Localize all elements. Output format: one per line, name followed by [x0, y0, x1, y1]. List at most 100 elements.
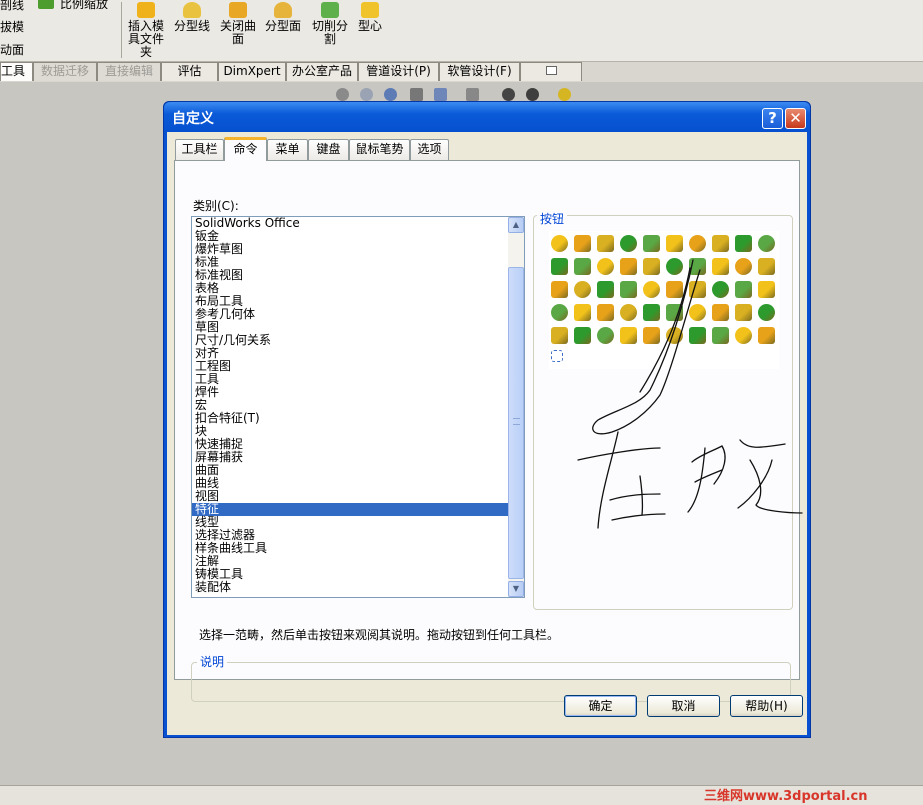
category-item[interactable]: 样条曲线工具: [192, 542, 508, 555]
category-item[interactable]: 装配体: [192, 581, 508, 594]
category-item[interactable]: 焊件: [192, 386, 508, 399]
sweep-icon[interactable]: [597, 327, 614, 344]
help-button[interactable]: 帮助(H): [730, 695, 803, 717]
close-title-button[interactable]: ✕: [785, 108, 806, 129]
fillet-icon[interactable]: [643, 235, 660, 252]
rib-icon[interactable]: [735, 258, 752, 275]
extrude-icon[interactable]: [551, 235, 568, 252]
tooling-split-button[interactable]: 切削分 割: [308, 2, 352, 46]
category-scrollbar[interactable]: ▲ ▼: [508, 217, 524, 597]
tab-tubing[interactable]: 软管设计(F): [439, 62, 520, 81]
sweep-icon[interactable]: [597, 281, 614, 298]
zoom-area-icon[interactable]: [360, 88, 373, 101]
extrude-icon[interactable]: [551, 281, 568, 298]
scale-button[interactable]: 比例缩放: [60, 0, 108, 12]
section-view-icon[interactable]: [384, 88, 397, 101]
hide-show-icon[interactable]: [466, 88, 479, 101]
dialog-titlebar[interactable]: 自定义 ? ✕: [164, 102, 810, 132]
sweep-icon[interactable]: [597, 258, 614, 275]
help-title-button[interactable]: ?: [762, 108, 783, 129]
tab-customize[interactable]: [520, 62, 582, 81]
loft-icon[interactable]: [620, 304, 637, 321]
ribbon-left-item[interactable]: 剖线: [0, 0, 24, 13]
tab-commands[interactable]: 命令: [224, 137, 267, 161]
chamfer-icon[interactable]: [666, 304, 683, 321]
category-item[interactable]: SolidWorks Office: [192, 217, 508, 230]
revolve-icon[interactable]: [574, 281, 591, 298]
revolve-icon[interactable]: [574, 304, 591, 321]
category-item[interactable]: 尺寸/几何关系: [192, 334, 508, 347]
category-item[interactable]: 铸模工具: [192, 568, 508, 581]
category-item[interactable]: 特征: [192, 503, 508, 516]
revolve-icon[interactable]: [574, 258, 591, 275]
category-item[interactable]: 对齐: [192, 347, 508, 360]
sweep-icon[interactable]: [597, 235, 614, 252]
hole-icon[interactable]: [758, 304, 775, 321]
shell-icon[interactable]: [689, 258, 706, 275]
loft-icon[interactable]: [620, 258, 637, 275]
parting-line-button[interactable]: 分型线: [172, 2, 212, 33]
extrude-icon[interactable]: [551, 350, 563, 362]
revolve-icon[interactable]: [574, 327, 591, 344]
rib-icon[interactable]: [735, 327, 752, 344]
tab-office-products[interactable]: 办公室产品: [286, 62, 358, 81]
draft-icon[interactable]: [712, 281, 729, 298]
loft-icon[interactable]: [620, 327, 637, 344]
draft-icon[interactable]: [712, 235, 729, 252]
shell-icon[interactable]: [689, 281, 706, 298]
view-settings-icon[interactable]: [558, 88, 571, 101]
sweep-icon[interactable]: [597, 304, 614, 321]
tab-tools[interactable]: 工具: [0, 62, 33, 81]
hole-icon[interactable]: [758, 327, 775, 344]
loft-icon[interactable]: [620, 281, 637, 298]
core-button[interactable]: 型心: [354, 2, 386, 33]
fillet-icon[interactable]: [643, 304, 660, 321]
chamfer-icon[interactable]: [666, 235, 683, 252]
revolve-icon[interactable]: [574, 235, 591, 252]
zoom-fit-icon[interactable]: [336, 88, 349, 101]
tab-options[interactable]: 选项: [410, 139, 449, 160]
shell-icon[interactable]: [689, 327, 706, 344]
category-item[interactable]: 工具: [192, 373, 508, 386]
edit-appearance-icon[interactable]: [502, 88, 515, 101]
insert-mold-folder-button[interactable]: 插入模 具文件 夹: [124, 2, 168, 59]
rib-icon[interactable]: [735, 281, 752, 298]
tab-routing[interactable]: 管道设计(P): [358, 62, 439, 81]
hole-icon[interactable]: [758, 281, 775, 298]
category-item[interactable]: 工程图: [192, 360, 508, 373]
hole-icon[interactable]: [758, 258, 775, 275]
fillet-icon[interactable]: [643, 327, 660, 344]
tab-menus[interactable]: 菜单: [267, 139, 308, 160]
shell-icon[interactable]: [689, 304, 706, 321]
chamfer-icon[interactable]: [666, 281, 683, 298]
hole-icon[interactable]: [758, 235, 775, 252]
category-item[interactable]: 参考几何体: [192, 308, 508, 321]
tab-direct-edit[interactable]: 直接编辑: [97, 62, 161, 81]
fillet-icon[interactable]: [643, 258, 660, 275]
ok-button[interactable]: 确定: [564, 695, 637, 717]
tab-keyboard[interactable]: 键盘: [308, 139, 349, 160]
category-item[interactable]: 扣合特征(T): [192, 412, 508, 425]
scene-icon[interactable]: [526, 88, 539, 101]
ribbon-left-item[interactable]: 动面: [0, 41, 24, 58]
shell-icon[interactable]: [689, 235, 706, 252]
cancel-button[interactable]: 取消: [647, 695, 720, 717]
chamfer-icon[interactable]: [666, 258, 683, 275]
category-listbox[interactable]: SolidWorks Office 钣金 爆炸草图 标准 标准视图 表格 布局工具 参考几何体…: [191, 216, 525, 598]
extrude-icon[interactable]: [551, 258, 568, 275]
tab-evaluate[interactable]: 评估: [161, 62, 218, 81]
display-style-icon[interactable]: [434, 88, 447, 101]
loft-icon[interactable]: [620, 235, 637, 252]
extrude-icon[interactable]: [551, 304, 568, 321]
scroll-down-icon[interactable]: ▼: [508, 581, 524, 597]
scroll-thumb[interactable]: [508, 267, 524, 579]
view-orientation-icon[interactable]: [410, 88, 423, 101]
category-item[interactable]: 标准视图: [192, 269, 508, 282]
draft-icon[interactable]: [712, 258, 729, 275]
shut-off-surface-button[interactable]: 关闭曲 面: [217, 2, 259, 46]
scroll-up-icon[interactable]: ▲: [508, 217, 524, 233]
category-item[interactable]: 爆炸草图: [192, 243, 508, 256]
parting-surface-button[interactable]: 分型面: [263, 2, 303, 33]
category-item[interactable]: 视图: [192, 490, 508, 503]
ribbon-left-item[interactable]: 拔模: [0, 18, 24, 35]
